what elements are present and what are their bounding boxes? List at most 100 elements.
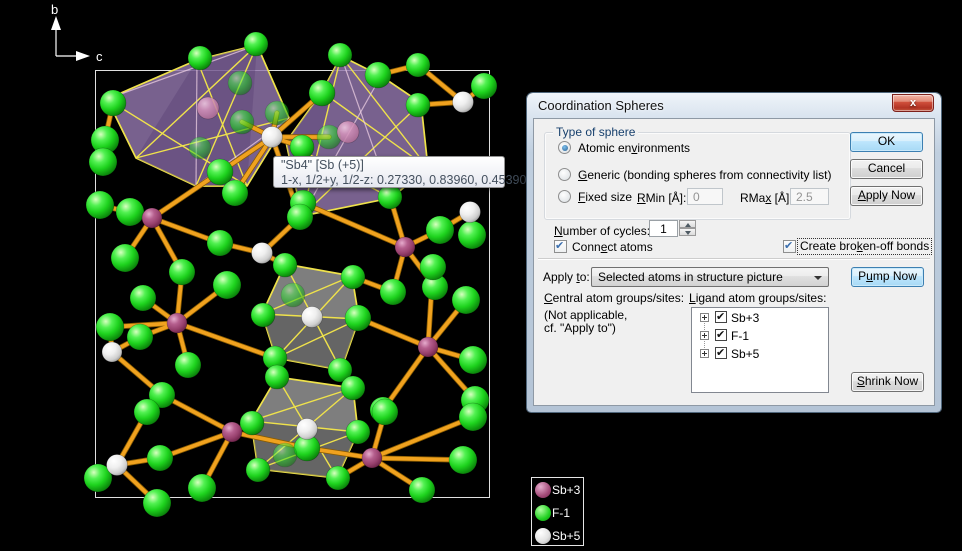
atom-F[interactable] (346, 420, 370, 444)
create-broken-off-bonds-label[interactable]: Create broken-off bonds (798, 239, 931, 254)
expand-plus-icon[interactable] (700, 331, 709, 340)
tree-checkbox-sb5[interactable] (715, 347, 727, 359)
radio-fixed-size-label[interactable]: Fixed size (578, 190, 632, 204)
atom-F[interactable] (116, 198, 144, 226)
atom-F[interactable] (265, 101, 289, 125)
apply-to-dropdown[interactable]: Selected atoms in structure picture (591, 267, 829, 287)
atom-F[interactable] (240, 411, 264, 435)
atom-F[interactable] (341, 265, 365, 289)
cycles-spinner[interactable] (679, 220, 696, 237)
connect-atoms-checkbox[interactable] (554, 240, 567, 253)
atom-F[interactable] (251, 303, 275, 327)
atom-F[interactable] (265, 365, 289, 389)
atom-F[interactable] (309, 80, 335, 106)
atom-F[interactable] (287, 204, 313, 230)
shrink-now-button[interactable]: Shrink Now (851, 372, 924, 392)
tree-checkbox-f1[interactable] (715, 329, 727, 341)
atom-F[interactable] (230, 110, 254, 134)
expand-plus-icon[interactable] (700, 349, 709, 358)
atom-F[interactable] (207, 230, 233, 256)
pump-now-button[interactable]: Pump Now (851, 267, 924, 287)
rmin-input[interactable]: 0 (687, 188, 723, 205)
atom-F[interactable] (471, 73, 497, 99)
spinner-up-button[interactable] (679, 220, 696, 228)
atom-S5[interactable] (262, 127, 283, 148)
tree-checkbox-sb3[interactable] (715, 311, 727, 323)
atom-F[interactable] (345, 305, 371, 331)
create-broken-off-bonds-checkbox[interactable] (783, 240, 796, 253)
radio-atomic-environments[interactable] (558, 141, 571, 154)
atom-F[interactable] (86, 191, 114, 219)
atom-F[interactable] (246, 458, 270, 482)
atom-S3[interactable] (418, 337, 438, 357)
tree-item-f1[interactable]: F-1 (692, 328, 828, 344)
cancel-button[interactable]: Cancel (850, 159, 923, 179)
expand-plus-icon[interactable] (700, 313, 709, 322)
atom-S3[interactable] (142, 208, 162, 228)
atom-F[interactable] (273, 253, 297, 277)
atom-F[interactable] (426, 216, 454, 244)
atom-F[interactable] (127, 324, 153, 350)
atom-S5[interactable] (302, 307, 323, 328)
rmax-input[interactable]: 2.5 (790, 188, 829, 205)
atom-F[interactable] (130, 285, 156, 311)
tree-label-sb3[interactable]: Sb+3 (731, 311, 759, 325)
atom-S5[interactable] (107, 455, 128, 476)
atom-F[interactable] (459, 403, 487, 431)
atom-S3[interactable] (167, 313, 187, 333)
atom-F[interactable] (213, 271, 241, 299)
atom-F[interactable] (143, 489, 171, 517)
ok-button[interactable]: OK (850, 132, 923, 152)
atom-F[interactable] (406, 53, 430, 77)
atom-S5[interactable] (252, 243, 273, 264)
radio-atomic-environments-label[interactable]: Atomic environments (578, 141, 690, 155)
radio-fixed-size[interactable] (558, 190, 571, 203)
atom-F[interactable] (281, 283, 305, 307)
atom-F[interactable] (409, 477, 435, 503)
atom-F[interactable] (273, 443, 297, 467)
atom-S5[interactable] (297, 419, 318, 440)
atom-S5[interactable] (453, 92, 474, 113)
atom-S3[interactable] (222, 422, 242, 442)
atom-F[interactable] (188, 46, 212, 70)
tree-item-sb5[interactable]: Sb+5 (692, 346, 828, 362)
atom-F[interactable] (449, 446, 477, 474)
atom-S3[interactable] (362, 448, 382, 468)
spinner-down-button[interactable] (679, 228, 696, 236)
cycles-input[interactable]: 1 (649, 220, 678, 237)
atom-F[interactable] (458, 221, 486, 249)
atom-F[interactable] (100, 90, 126, 116)
atom-F[interactable] (452, 286, 480, 314)
atom-F[interactable] (244, 32, 268, 56)
ligand-groups-tree[interactable]: Sb+3 F-1 Sb+5 (691, 307, 829, 393)
atom-F[interactable] (147, 445, 173, 471)
radio-generic[interactable] (558, 168, 571, 181)
atom-F[interactable] (406, 93, 430, 117)
atom-F[interactable] (365, 62, 391, 88)
atom-S5[interactable] (102, 342, 122, 362)
close-button[interactable]: x (892, 94, 934, 112)
tree-item-sb3[interactable]: Sb+3 (692, 310, 828, 326)
atom-S3i[interactable] (197, 97, 219, 119)
atom-F[interactable] (111, 244, 139, 272)
atom-F[interactable] (326, 466, 350, 490)
atom-F[interactable] (378, 185, 402, 209)
atom-F[interactable] (169, 259, 195, 285)
atom-F[interactable] (188, 474, 216, 502)
atom-S3[interactable] (395, 237, 415, 257)
apply-now-button[interactable]: Apply Now (850, 186, 923, 206)
atom-S5[interactable] (460, 202, 481, 223)
atom-F[interactable] (222, 180, 248, 206)
atom-F[interactable] (372, 399, 398, 425)
atom-F[interactable] (328, 43, 352, 67)
radio-generic-label[interactable]: Generic (bonding spheres from connectivi… (578, 168, 831, 182)
tree-label-f1[interactable]: F-1 (731, 329, 749, 343)
atom-F[interactable] (341, 376, 365, 400)
atom-F[interactable] (380, 279, 406, 305)
atom-F[interactable] (175, 352, 201, 378)
atom-S3i[interactable] (337, 121, 359, 143)
atom-F[interactable] (459, 346, 487, 374)
tree-label-sb5[interactable]: Sb+5 (731, 347, 759, 361)
atom-F[interactable] (89, 148, 117, 176)
atom-F[interactable] (420, 254, 446, 280)
